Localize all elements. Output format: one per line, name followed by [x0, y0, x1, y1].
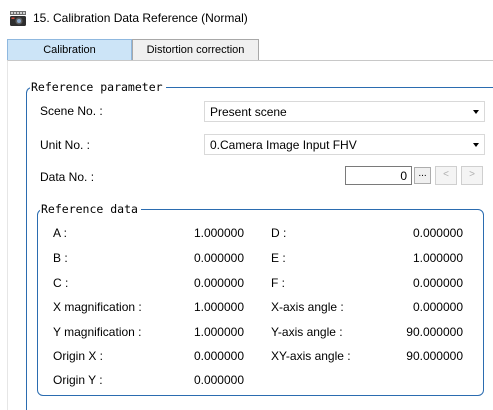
param-f-label: F :: [271, 276, 285, 290]
origin-y-value: 0.000000: [193, 373, 244, 387]
origin-x-label: Origin X :: [53, 349, 104, 363]
calibration-app-icon: [10, 11, 26, 26]
y-axis-angle-value: 90.000000: [406, 325, 463, 339]
y-axis-angle-label: Y-axis angle :: [271, 325, 343, 339]
origin-y-label: Origin Y :: [53, 373, 103, 387]
window-title: 15. Calibration Data Reference (Normal): [33, 11, 248, 25]
x-magnification-label: X magnification :: [53, 300, 142, 314]
reference-data-group-label: Reference data: [40, 202, 141, 216]
title-bar: 15. Calibration Data Reference (Normal): [0, 0, 493, 36]
data-no-browse-button[interactable]: ...: [414, 167, 431, 184]
param-c-label: C :: [53, 276, 69, 290]
param-d-value: 0.000000: [412, 226, 463, 240]
y-magnification-label: Y magnification :: [53, 325, 142, 339]
data-no-label: Data No. :: [40, 170, 95, 184]
param-a-value: 1.000000: [193, 226, 244, 240]
data-no-value: 0: [400, 169, 407, 183]
y-magnification-value: 1.000000: [193, 325, 244, 339]
param-d-label: D :: [271, 226, 287, 240]
chevron-down-icon: [473, 143, 479, 147]
unit-no-value: 0.Camera Image Input FHV: [210, 138, 357, 152]
unit-no-label: Unit No. :: [40, 138, 91, 152]
chevron-down-icon: [473, 110, 479, 114]
param-b-label: B :: [53, 251, 68, 265]
param-a-label: A :: [53, 226, 68, 240]
data-no-input[interactable]: 0: [345, 166, 412, 185]
reference-parameter-group-label: Reference parameter: [30, 80, 166, 94]
param-e-value: 1.000000: [412, 251, 463, 265]
xy-axis-angle-value: 90.000000: [406, 349, 463, 363]
x-axis-angle-value: 0.000000: [412, 300, 463, 314]
data-no-next-button[interactable]: >: [461, 166, 483, 185]
scene-no-value: Present scene: [210, 105, 287, 119]
origin-x-value: 0.000000: [193, 349, 244, 363]
unit-no-dropdown[interactable]: 0.Camera Image Input FHV: [204, 134, 485, 155]
tab-distortion-correction[interactable]: Distortion correction: [132, 39, 259, 61]
param-b-value: 0.000000: [193, 251, 244, 265]
param-e-label: E :: [271, 251, 286, 265]
tab-calibration[interactable]: Calibration: [7, 39, 132, 61]
scene-no-dropdown[interactable]: Present scene: [204, 101, 485, 122]
data-no-prev-button[interactable]: <: [435, 166, 457, 185]
x-axis-angle-label: X-axis angle :: [271, 300, 344, 314]
xy-axis-angle-label: XY-axis angle :: [271, 349, 351, 363]
x-magnification-value: 1.000000: [193, 300, 244, 314]
param-f-value: 0.000000: [412, 276, 463, 290]
param-c-value: 0.000000: [193, 276, 244, 290]
scene-no-label: Scene No. :: [40, 104, 103, 118]
